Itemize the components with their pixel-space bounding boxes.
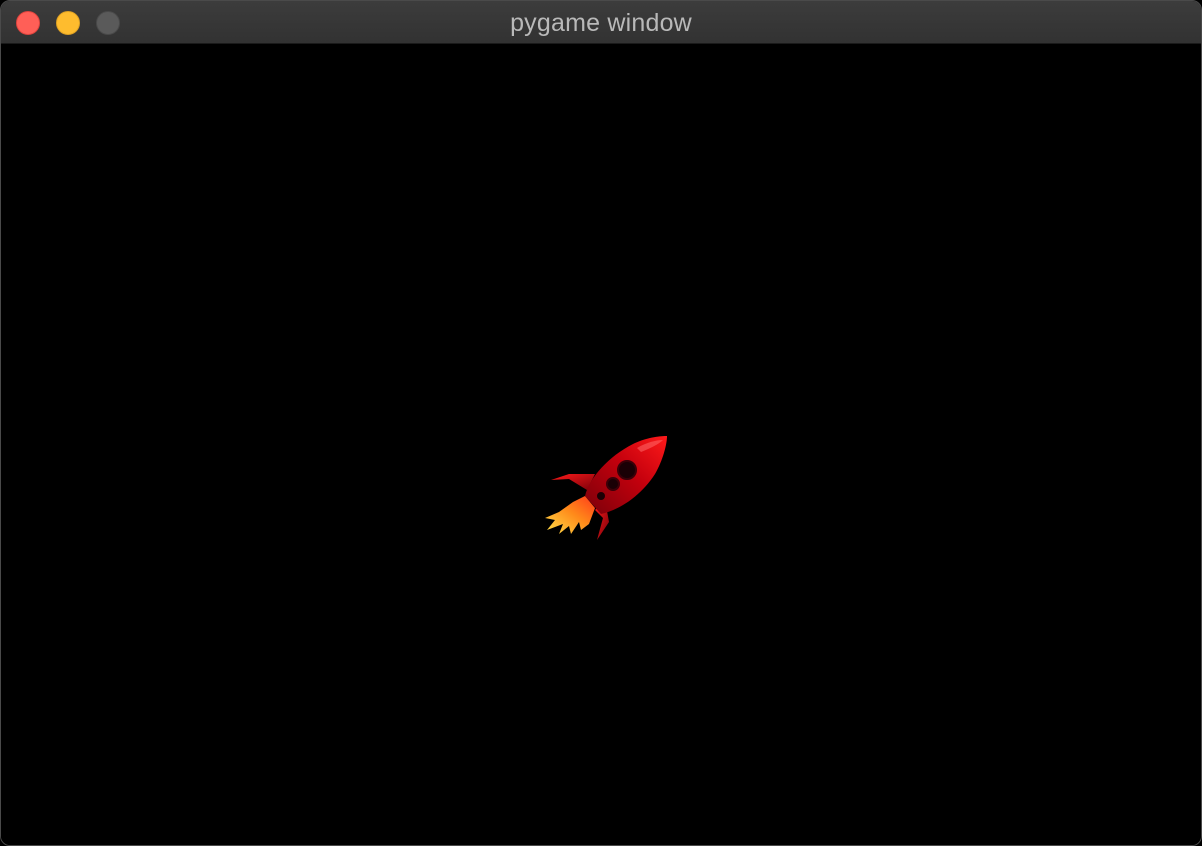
pygame-window: pygame window: [0, 0, 1202, 846]
game-canvas[interactable]: [1, 44, 1201, 845]
window-title: pygame window: [510, 9, 692, 37]
title-bar[interactable]: pygame window: [1, 1, 1201, 44]
rocket-icon: [545, 436, 667, 540]
